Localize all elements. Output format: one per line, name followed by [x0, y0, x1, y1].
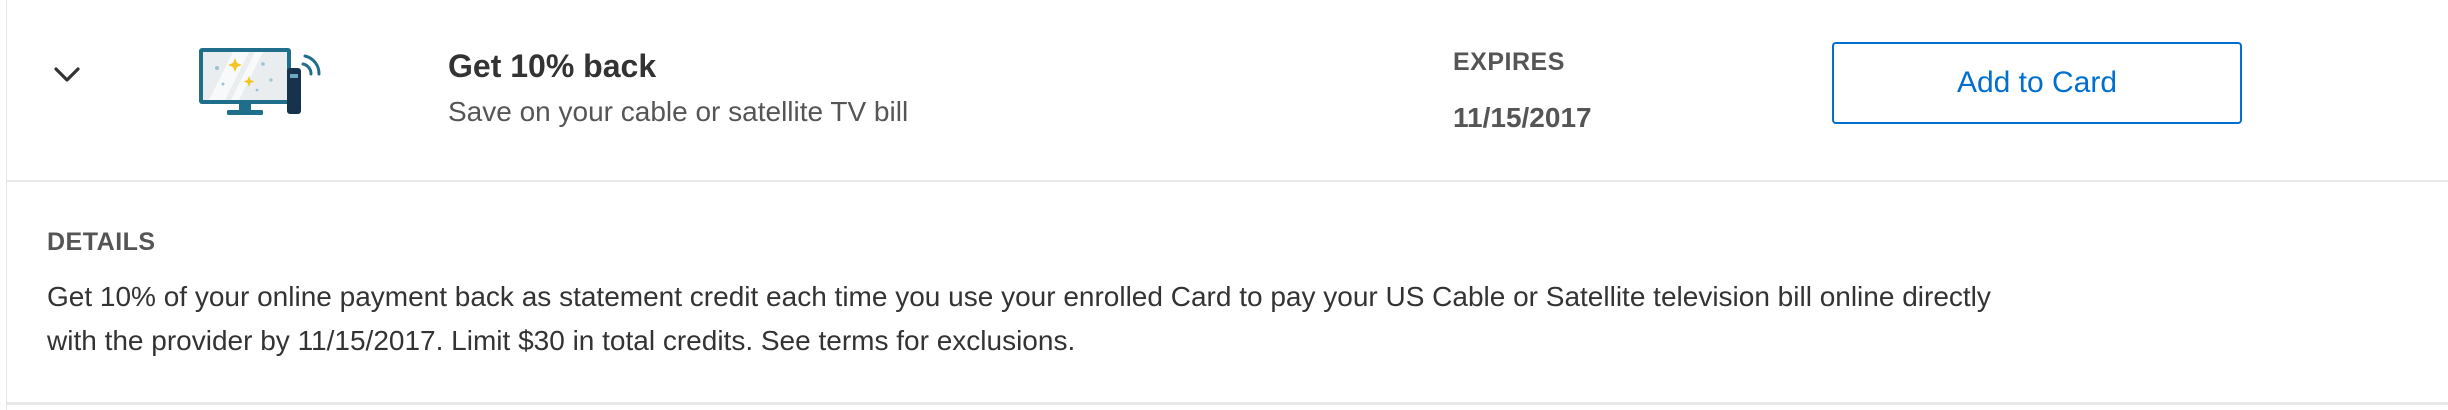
details-heading: DETAILS [47, 228, 156, 256]
collapse-toggle[interactable] [47, 62, 87, 92]
offer-subtitle: Save on your cable or satellite TV bill [448, 96, 909, 127]
tv-remote-icon [193, 44, 323, 122]
offer-details: DETAILS Get 10% of your online payment b… [7, 182, 2448, 402]
offer-card: Get 10% back Save on your cable or satel… [6, 0, 2448, 410]
chevron-down-icon [53, 66, 81, 89]
details-text: Get 10% of your online payment back as s… [47, 281, 1991, 356]
expires-date: 11/15/2017 [1453, 102, 1592, 133]
offer-title: Get 10% back [448, 48, 657, 84]
divider [7, 402, 2448, 405]
offer-summary-row: Get 10% back Save on your cable or satel… [7, 0, 2448, 182]
add-to-card-button[interactable]: Add to Card [1832, 42, 2242, 124]
expires-label: EXPIRES [1453, 48, 1565, 76]
